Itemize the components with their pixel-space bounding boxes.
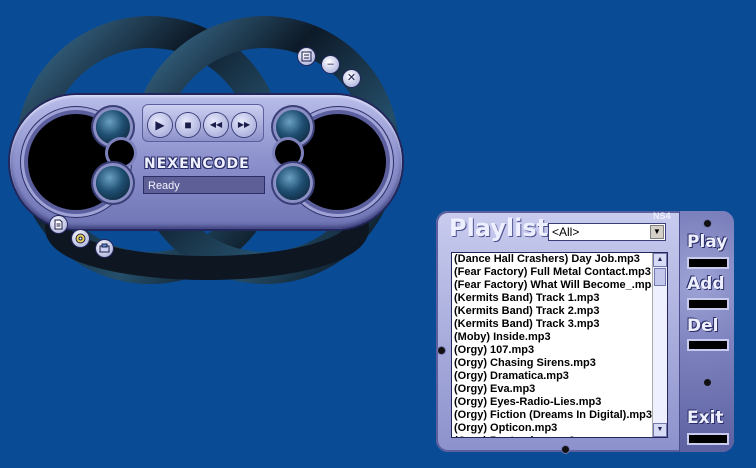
playlist-icon [301,51,312,62]
screw [438,347,445,354]
list-item[interactable]: (Fear Factory) What Will Become_.mp3 [452,279,654,292]
close-icon: ✕ [346,72,357,84]
scroll-up-icon[interactable]: ▲ [653,253,667,267]
list-item[interactable]: (Orgy) Chasing Sirens.mp3 [452,357,654,370]
left-bottom-knob[interactable] [96,166,130,200]
chevron-down-icon[interactable]: ▼ [650,225,664,239]
previous-button[interactable]: ◀◀ [204,113,228,137]
playlist-window[interactable]: Playlist NS4 <All> ▼ (Dance Hall Crasher… [436,211,734,452]
playlist-filter-value: <All> [552,225,580,239]
list-item[interactable]: (Dance Hall Crashers) Day Job.mp3 [452,253,654,266]
playlist-toggle-button[interactable] [298,48,315,65]
screw [562,446,569,453]
playlist-badge: NS4 [653,211,671,221]
screw [704,220,711,227]
playlist-items: (Dance Hall Crashers) Day Job.mp3 (Fear F… [452,253,654,437]
list-item[interactable]: (Kermits Band) Track 3.mp3 [452,318,654,331]
list-item[interactable]: (Orgy) Eva.mp3 [452,383,654,396]
play-icon: ▶ [155,118,165,132]
right-center-hole [275,140,301,166]
list-item[interactable]: (Orgy) Fiction (Dreams In Digital).mp3 [452,409,654,422]
delete-button[interactable] [687,339,729,351]
list-item[interactable]: (Orgy) Pantomime.mp3 [452,435,654,437]
stop-button[interactable]: ■ [176,113,200,137]
exit-button[interactable] [687,433,729,445]
disk-button[interactable] [96,240,113,257]
cd-icon [75,233,86,244]
playlist-scrollbar[interactable]: ▲ ▼ [652,253,667,437]
list-item[interactable]: (Orgy) Eyes-Radio-Lies.mp3 [452,396,654,409]
right-bottom-knob[interactable] [276,166,310,200]
del-label: Del [687,316,719,336]
stop-icon: ■ [184,118,192,132]
list-item[interactable]: (Moby) Inside.mp3 [452,331,654,344]
right-top-knob[interactable] [276,110,310,144]
list-item[interactable]: (Kermits Band) Track 2.mp3 [452,305,654,318]
rewind-icon: ◀◀ [209,120,223,129]
status-display: Ready [143,176,265,194]
left-top-knob[interactable] [96,110,130,144]
playlist-title: Playlist [449,214,549,242]
play-label: Play [687,232,728,252]
cd-button[interactable] [72,230,89,247]
document-icon [54,219,63,230]
minimize-button[interactable]: – [322,56,339,73]
list-item[interactable]: (Kermits Band) Track 1.mp3 [452,292,654,305]
player-window[interactable]: ▶ ■ ◀◀ ▶▶ NEXENCODE Ready – ✕ [0,0,420,290]
fast-forward-icon: ▶▶ [237,120,251,129]
list-item[interactable]: (Orgy) Opticon.mp3 [452,422,654,435]
scroll-down-icon[interactable]: ▼ [653,423,667,437]
add-button[interactable] [687,298,729,310]
play-list-button[interactable] [687,257,729,269]
file-button[interactable] [50,216,67,233]
nexencode-logo: NEXENCODE [144,156,250,172]
list-item[interactable]: (Fear Factory) Full Metal Contact.mp3 [452,266,654,279]
left-center-hole [108,140,134,166]
exit-label: Exit [687,408,724,428]
disk-drive-icon [99,243,110,253]
add-label: Add [687,274,725,294]
list-item[interactable]: (Orgy) Dramatica.mp3 [452,370,654,383]
playlist-filter-select[interactable]: <All> ▼ [548,223,666,241]
list-item[interactable]: (Orgy) 107.mp3 [452,344,654,357]
transport-bar: ▶ ■ ◀◀ ▶▶ [142,104,264,142]
next-button[interactable]: ▶▶ [232,113,256,137]
scroll-thumb[interactable] [654,268,666,286]
screw [704,379,711,386]
playlist-list[interactable]: (Dance Hall Crashers) Day Job.mp3 (Fear F… [451,252,668,438]
play-button[interactable]: ▶ [148,113,172,137]
close-button[interactable]: ✕ [343,70,360,87]
minimize-icon: – [327,58,334,70]
